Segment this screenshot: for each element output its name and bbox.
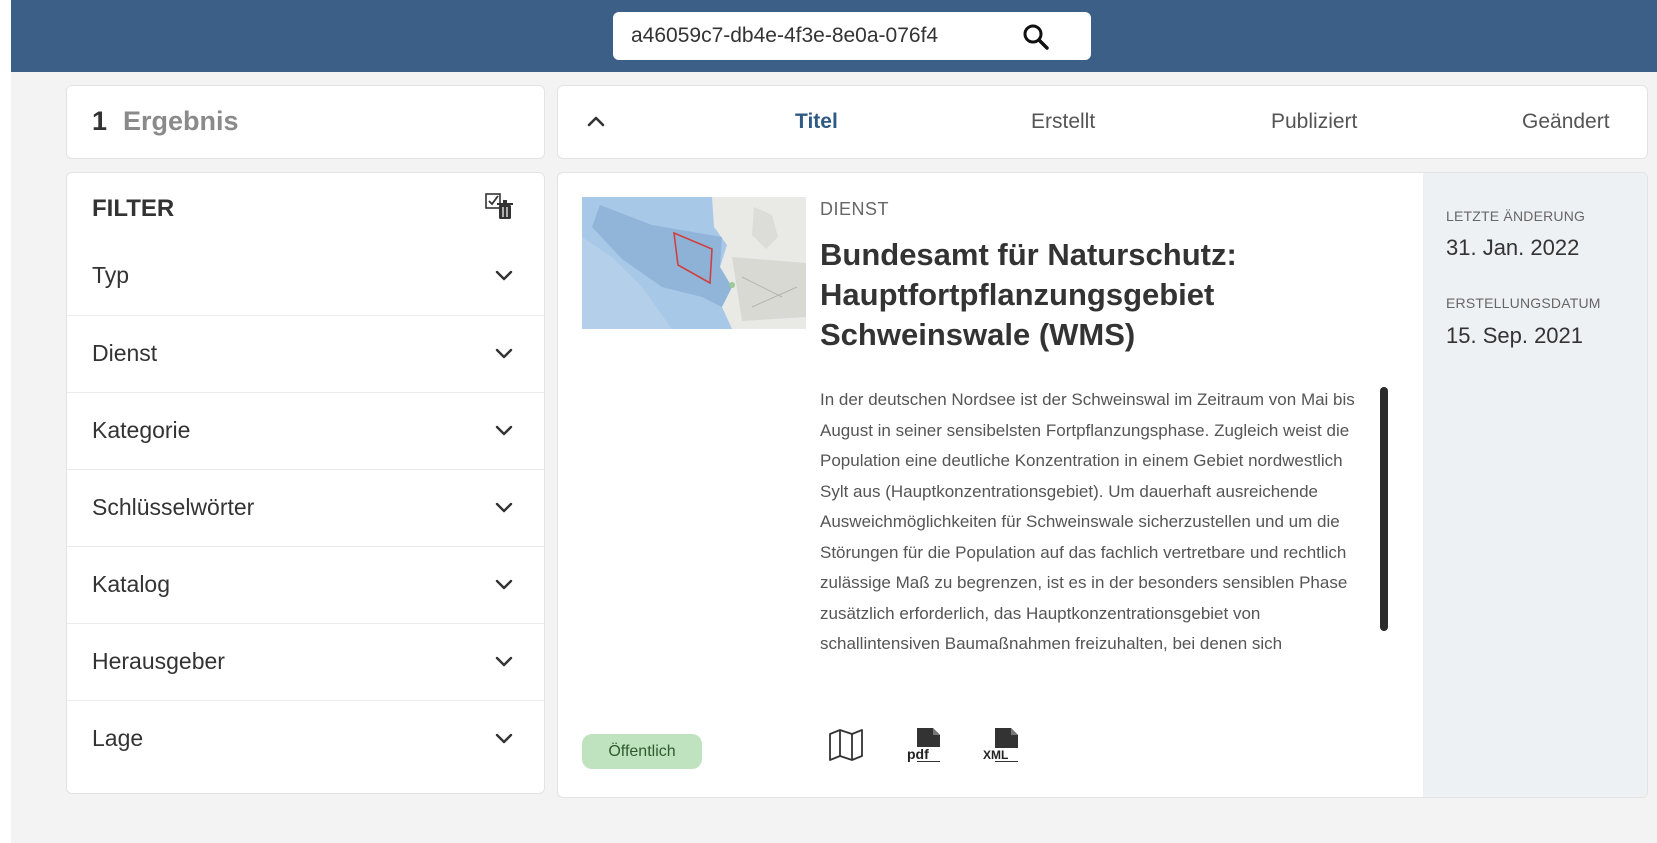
- filter-title: FILTER: [92, 195, 175, 222]
- chevron-down-icon: [495, 656, 513, 667]
- result-description: In der deutschen Nordsee ist der Schwein…: [820, 390, 1355, 653]
- results-label: Ergebnis: [123, 106, 239, 136]
- created-label: ERSTELLUNGSDATUM: [1446, 295, 1601, 311]
- sort-bar: Titel Erstellt Publiziert Geändert: [557, 85, 1648, 159]
- filter-item-herausgeber[interactable]: Herausgeber: [67, 623, 544, 700]
- results-summary: 1 Ergebnis: [66, 85, 545, 159]
- result-type: DIENST: [820, 199, 890, 219]
- result-card: DIENST Bundesamt für Naturschutz: Hauptf…: [557, 172, 1648, 798]
- sort-option-publiziert[interactable]: Publiziert: [1271, 110, 1357, 134]
- chevron-down-icon: [495, 425, 513, 436]
- clear-filter-icon[interactable]: [483, 191, 515, 223]
- search-box: [613, 12, 1091, 60]
- map-icon[interactable]: [826, 725, 866, 765]
- filter-panel: FILTER Typ Dienst Kategorie Schlüsselwör…: [66, 172, 545, 794]
- top-bar: [11, 0, 1657, 72]
- description-scrollbar[interactable]: [1380, 387, 1388, 631]
- chevron-down-icon: [495, 579, 513, 590]
- search-icon[interactable]: [1021, 22, 1051, 52]
- created-date: 15. Sep. 2021: [1446, 323, 1584, 348]
- xml-icon[interactable]: XML: [982, 725, 1022, 765]
- result-meta-panel: LETZTE ÄNDERUNG 31. Jan. 2022 ERSTELLUNG…: [1423, 173, 1647, 797]
- filter-item-katalog[interactable]: Katalog: [67, 546, 544, 623]
- app: 1 Ergebnis Titel Erstellt Publiziert Geä…: [11, 0, 1657, 843]
- filter-item-schluesselwoerter[interactable]: Schlüsselwörter: [67, 469, 544, 546]
- pdf-icon[interactable]: pdf: [904, 725, 944, 765]
- filter-item-kategorie[interactable]: Kategorie: [67, 392, 544, 469]
- filter-item-label: Herausgeber: [92, 648, 225, 674]
- filter-item-label: Katalog: [92, 571, 171, 597]
- chevron-down-icon: [495, 733, 513, 744]
- filter-item-label: Typ: [92, 262, 130, 288]
- filter-item-dienst[interactable]: Dienst: [67, 315, 544, 392]
- results-count: 1: [92, 106, 108, 136]
- svg-text:XML: XML: [983, 748, 1008, 762]
- chevron-up-icon[interactable]: [584, 110, 608, 134]
- modified-label: LETZTE ÄNDERUNG: [1446, 208, 1586, 224]
- chevron-down-icon: [495, 348, 513, 359]
- filter-item-lage[interactable]: Lage: [67, 700, 544, 777]
- svg-text:pdf: pdf: [907, 746, 929, 762]
- sort-option-geaendert[interactable]: Geändert: [1522, 110, 1610, 134]
- modified-date: 31. Jan. 2022: [1446, 235, 1580, 260]
- filter-item-typ[interactable]: Typ: [67, 238, 544, 315]
- result-title[interactable]: Bundesamt für Naturschutz: Hauptfortpfla…: [820, 235, 1380, 355]
- chevron-down-icon: [495, 270, 513, 281]
- chevron-down-icon: [495, 502, 513, 513]
- filter-item-label: Dienst: [92, 340, 158, 366]
- filter-item-label: Lage: [92, 725, 144, 751]
- sort-option-titel[interactable]: Titel: [795, 110, 838, 134]
- sort-option-erstellt[interactable]: Erstellt: [1031, 110, 1095, 134]
- map-thumbnail[interactable]: [582, 197, 806, 329]
- search-input[interactable]: [631, 16, 1003, 56]
- access-badge: Öffentlich: [582, 734, 702, 769]
- filter-item-label: Schlüsselwörter: [92, 494, 255, 520]
- filter-item-label: Kategorie: [92, 417, 191, 443]
